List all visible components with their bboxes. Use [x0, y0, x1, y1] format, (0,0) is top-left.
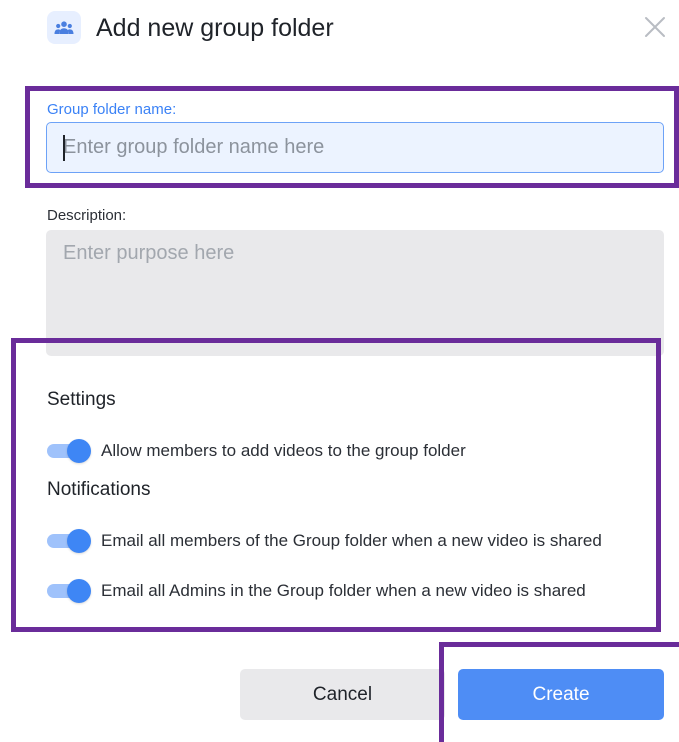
- toggle-knob: [67, 579, 91, 603]
- notifications-heading: Notifications: [47, 479, 151, 500]
- close-button[interactable]: [641, 13, 669, 41]
- toggle-label: Email all members of the Group folder wh…: [101, 531, 602, 550]
- text-caret: [63, 135, 65, 161]
- allow-members-add-videos-toggle[interactable]: [47, 439, 91, 463]
- settings-heading: Settings: [47, 389, 116, 410]
- close-icon: [645, 17, 665, 37]
- add-group-folder-dialog: Add new group folder Group folder name: …: [0, 0, 679, 742]
- cancel-button[interactable]: Cancel: [240, 669, 445, 720]
- dialog-title: Add new group folder: [96, 14, 334, 42]
- description-label: Description:: [47, 207, 127, 224]
- notification-email-all-members: Email all members of the Group folder wh…: [47, 528, 602, 554]
- group-folder-name-input[interactable]: [46, 122, 664, 173]
- create-button[interactable]: Create: [458, 669, 664, 720]
- notification-email-all-admins: Email all Admins in the Group folder whe…: [47, 578, 586, 604]
- toggle-knob: [67, 529, 91, 553]
- group-folder-name-label: Group folder name:: [47, 101, 177, 118]
- group-icon: [47, 11, 81, 44]
- email-all-admins-toggle[interactable]: [47, 579, 91, 603]
- toggle-knob: [67, 439, 91, 463]
- description-input[interactable]: [46, 230, 664, 356]
- setting-allow-members-add-videos: Allow members to add videos to the group…: [47, 438, 466, 464]
- email-all-members-toggle[interactable]: [47, 529, 91, 553]
- toggle-label: Email all Admins in the Group folder whe…: [101, 581, 586, 600]
- toggle-label: Allow members to add videos to the group…: [101, 441, 466, 460]
